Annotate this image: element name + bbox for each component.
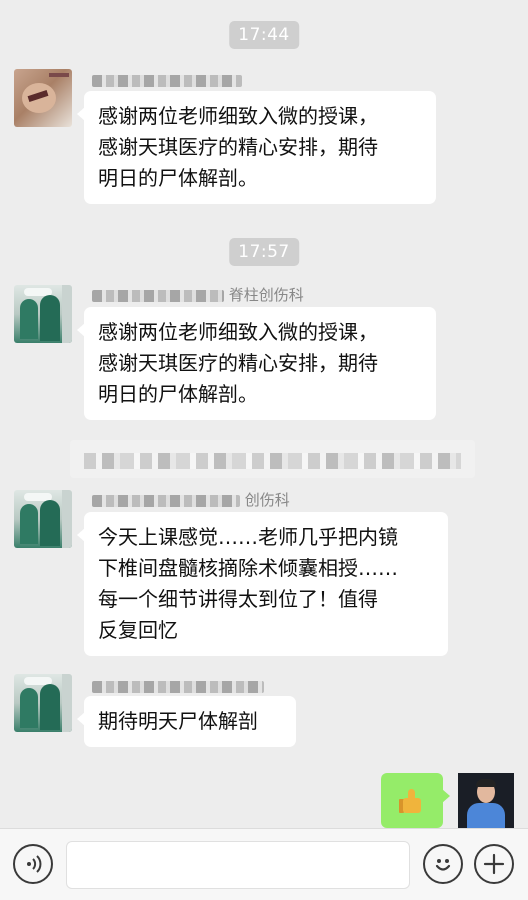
message-line: 明日的尸体解剖。: [98, 382, 258, 406]
message-line: 感谢两位老师细致入微的授课，: [98, 104, 378, 128]
message-line: 反复回忆: [98, 618, 178, 642]
sender-suffix: 脊柱创伤科: [228, 286, 304, 304]
avatar-sender-2[interactable]: [14, 285, 72, 343]
timestamp-2: 17:57: [229, 238, 299, 266]
emoji-button[interactable]: [423, 844, 463, 884]
avatar-sender-3[interactable]: [14, 490, 72, 548]
message-line: 感谢两位老师细致入微的授课，: [98, 320, 378, 344]
message-line: 今天上课感觉……老师几乎把内镜: [98, 525, 398, 549]
more-button[interactable]: [474, 844, 514, 884]
message-line: 感谢天琪医疗的精心安排，期待: [98, 135, 378, 159]
message-bubble-4[interactable]: 期待明天尸体解剖: [77, 696, 296, 747]
sender-suffix: 创伤科: [244, 491, 290, 509]
sender-name-redacted-4: [92, 676, 264, 696]
message-line: 每一个细节讲得太到位了！值得: [98, 587, 378, 611]
message-line: 下椎间盘髓核摘除术倾囊相授……: [98, 556, 398, 580]
sender-name-redacted-1: [92, 70, 242, 90]
plus-icon: [483, 853, 505, 875]
message-bubble-3[interactable]: 今天上课感觉……老师几乎把内镜 下椎间盘髓核摘除术倾囊相授…… 每一个细节讲得太…: [77, 512, 448, 656]
voice-icon: [27, 855, 42, 873]
sender-name-2: 脊柱创伤科: [92, 285, 304, 305]
chat-area[interactable]: 17:44 感谢两位老师细致入微的授课， 感谢天琪医疗的精心安排，期待 明日的尸…: [0, 0, 528, 828]
message-bubble-1[interactable]: 感谢两位老师细致入微的授课， 感谢天琪医疗的精心安排，期待 明日的尸体解剖。: [77, 91, 436, 204]
thumbs-up-icon: [399, 788, 425, 814]
self-message-bubble[interactable]: [381, 773, 450, 828]
avatar-sender-4[interactable]: [14, 674, 72, 732]
message-line: 感谢天琪医疗的精心安排，期待: [98, 351, 378, 375]
emoji-icon: [435, 859, 451, 871]
redacted-system-notice: [70, 440, 475, 478]
message-bubble-2[interactable]: 感谢两位老师细致入微的授课， 感谢天琪医疗的精心安排，期待 明日的尸体解剖。: [77, 307, 436, 420]
message-line: 明日的尸体解剖。: [98, 166, 258, 190]
message-input[interactable]: [66, 841, 410, 889]
sender-name-3: 创伤科: [92, 490, 290, 510]
message-line: 期待明天尸体解剖: [98, 709, 258, 733]
voice-button[interactable]: [13, 844, 53, 884]
avatar-self[interactable]: [458, 773, 514, 828]
timestamp-1: 17:44: [229, 21, 299, 49]
avatar-sender-1[interactable]: [14, 69, 72, 127]
input-toolbar: [0, 828, 528, 900]
